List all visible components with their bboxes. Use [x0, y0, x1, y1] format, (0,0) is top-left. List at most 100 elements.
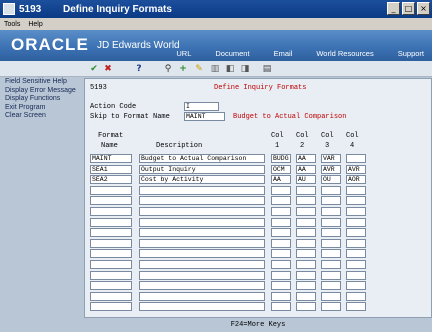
description-input[interactable]: Cost by Activity	[139, 175, 265, 185]
description-input[interactable]	[139, 260, 265, 269]
description-input[interactable]	[139, 185, 265, 195]
link-url[interactable]: URL	[176, 49, 191, 58]
col-3-input[interactable]: OU	[321, 175, 341, 185]
col-2-input[interactable]: AU	[296, 175, 316, 185]
col-2-input[interactable]	[296, 217, 316, 227]
col-4-input[interactable]	[346, 154, 366, 163]
format-name-input[interactable]: SEA2	[90, 175, 132, 185]
col-4-input[interactable]	[346, 270, 366, 280]
col-2-input[interactable]	[296, 228, 316, 238]
print-icon[interactable]: ▤	[261, 63, 273, 75]
edit-icon[interactable]: ✎	[193, 63, 205, 75]
col-2-input[interactable]: AA	[296, 164, 316, 174]
format-name-input[interactable]	[90, 270, 132, 280]
format-name-input[interactable]	[90, 238, 132, 248]
format-name-input[interactable]	[90, 302, 132, 312]
col-4-input[interactable]	[346, 281, 366, 291]
col-1-input[interactable]	[271, 207, 291, 216]
menu-tools[interactable]: Tools	[4, 21, 20, 28]
col-2-input[interactable]: AA	[296, 154, 316, 163]
col-3-input[interactable]	[321, 291, 341, 301]
description-input[interactable]: Budget to Actual Comparison	[139, 154, 265, 163]
action-code-input[interactable]: I	[184, 102, 219, 111]
col-4-input[interactable]	[346, 238, 366, 248]
link-email[interactable]: Email	[274, 49, 293, 58]
description-input[interactable]	[139, 270, 265, 280]
col-2-input[interactable]	[296, 185, 316, 195]
col-2-input[interactable]	[296, 281, 316, 291]
col-3-input[interactable]	[321, 238, 341, 248]
description-input[interactable]	[139, 249, 265, 259]
col-4-input[interactable]	[346, 249, 366, 259]
minimize-button[interactable]: _	[387, 2, 400, 15]
col-1-input[interactable]	[271, 217, 291, 227]
format-name-input[interactable]	[90, 281, 132, 291]
col-1-input[interactable]	[271, 249, 291, 259]
check-icon[interactable]: ✔	[88, 63, 100, 75]
col-3-input[interactable]	[321, 196, 341, 206]
format-name-input[interactable]: SEA1	[90, 164, 132, 174]
description-input[interactable]	[139, 302, 265, 312]
description-input[interactable]: Output Inquiry	[139, 164, 265, 174]
col-1-input[interactable]	[271, 270, 291, 280]
description-input[interactable]	[139, 291, 265, 301]
col-4-input[interactable]	[346, 207, 366, 216]
format-name-input[interactable]	[90, 260, 132, 269]
col-4-input[interactable]: AVR	[346, 164, 366, 174]
description-input[interactable]	[139, 207, 265, 216]
format-name-input[interactable]	[90, 185, 132, 195]
skip-to-format-input[interactable]: MAINT	[184, 112, 225, 121]
col-1-input[interactable]	[271, 281, 291, 291]
col-2-input[interactable]	[296, 249, 316, 259]
col-2-input[interactable]	[296, 302, 316, 312]
col-4-input[interactable]	[346, 228, 366, 238]
col-2-input[interactable]	[296, 270, 316, 280]
col-3-input[interactable]: AVR	[321, 164, 341, 174]
previous-icon[interactable]: ◧	[224, 63, 236, 75]
sidebar-item-display-functions[interactable]: Display Functions	[0, 95, 84, 104]
maximize-button[interactable]: □	[402, 2, 415, 15]
col-2-input[interactable]	[296, 196, 316, 206]
search-icon[interactable]: ⚲	[162, 63, 174, 75]
delete-icon[interactable]: ▥	[209, 63, 221, 75]
description-input[interactable]	[139, 196, 265, 206]
col-1-input[interactable]: AA	[271, 175, 291, 185]
col-2-input[interactable]	[296, 260, 316, 269]
cancel-icon[interactable]: ✖	[102, 63, 114, 75]
col-1-input[interactable]	[271, 185, 291, 195]
link-world-resources[interactable]: World Resources	[316, 49, 373, 58]
col-1-input[interactable]: BUDG	[271, 154, 291, 163]
col-3-input[interactable]	[321, 228, 341, 238]
close-button[interactable]: ×	[417, 2, 430, 15]
sidebar-item-clear-screen[interactable]: Clear Screen	[0, 112, 84, 121]
add-icon[interactable]: +	[177, 63, 189, 75]
col-4-input[interactable]: AOR	[346, 175, 366, 185]
col-3-input[interactable]	[321, 270, 341, 280]
col-3-input[interactable]	[321, 249, 341, 259]
sidebar-item-exit-program[interactable]: Exit Program	[0, 104, 84, 113]
col-3-input[interactable]	[321, 260, 341, 269]
col-1-input[interactable]	[271, 238, 291, 248]
col-1-input[interactable]	[271, 260, 291, 269]
format-name-input[interactable]	[90, 249, 132, 259]
format-name-input[interactable]	[90, 207, 132, 216]
col-4-input[interactable]	[346, 302, 366, 312]
help-icon[interactable]: ?	[133, 63, 145, 75]
description-input[interactable]	[139, 217, 265, 227]
menu-help[interactable]: Help	[28, 21, 42, 28]
format-name-input[interactable]	[90, 228, 132, 238]
col-4-input[interactable]	[346, 196, 366, 206]
format-name-input[interactable]	[90, 196, 132, 206]
col-4-input[interactable]	[346, 291, 366, 301]
col-3-input[interactable]	[321, 207, 341, 216]
format-name-input[interactable]	[90, 291, 132, 301]
col-3-input[interactable]	[321, 185, 341, 195]
col-2-input[interactable]	[296, 291, 316, 301]
sidebar-item-display-error-message[interactable]: Display Error Message	[0, 87, 84, 96]
description-input[interactable]	[139, 281, 265, 291]
col-1-input[interactable]	[271, 302, 291, 312]
col-3-input[interactable]: VAR	[321, 154, 341, 163]
format-name-input[interactable]	[90, 217, 132, 227]
col-4-input[interactable]	[346, 217, 366, 227]
description-input[interactable]	[139, 228, 265, 238]
